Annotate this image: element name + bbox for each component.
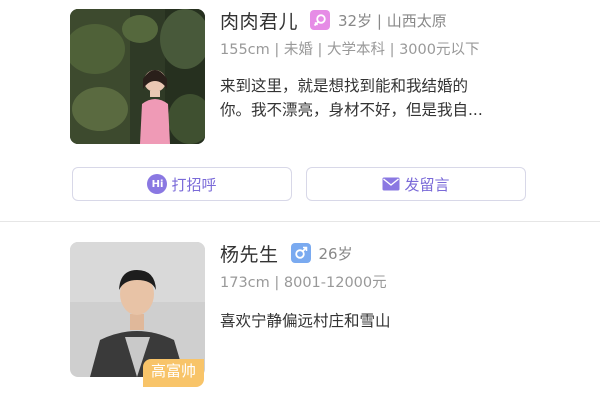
bio-line: 喜欢宁静偏远村庄和雪山	[220, 312, 391, 330]
female-icon	[310, 10, 331, 30]
bio-line: 你。我不漂亮，身材不好，但是我自...	[220, 101, 483, 119]
profile-info: 173cm | 8001-12000元	[220, 275, 387, 291]
profile-bio: 来到这里，就是想找到能和我结婚的 你。我不漂亮，身材不好，但是我自...	[220, 74, 520, 122]
message-label: 发留言	[404, 175, 450, 194]
profile-card[interactable]: 高富帅 杨先生 26岁 173cm | 8001-12000元 喜欢宁静偏远村庄…	[0, 223, 600, 400]
hi-icon: Hi	[147, 174, 168, 194]
avatar-photo	[70, 9, 205, 144]
profile-header: 肉肉君儿 32岁 | 山西太原	[220, 7, 447, 33]
profile-name: 杨先生	[220, 243, 279, 266]
profile-bio: 喜欢宁静偏远村庄和雪山	[220, 309, 520, 333]
divider	[0, 221, 600, 222]
avatar[interactable]	[70, 242, 205, 377]
avatar[interactable]	[70, 9, 205, 144]
profile-card[interactable]: 肉肉君儿 32岁 | 山西太原 155cm | 未婚 | 大学本科 | 3000…	[0, 0, 600, 222]
male-icon	[290, 243, 311, 263]
age-location: 32岁 | 山西太原	[338, 11, 447, 30]
greet-label: 打招呼	[171, 175, 217, 194]
profile-header: 杨先生 26岁	[220, 240, 353, 266]
greet-button[interactable]: Hi 打招呼	[72, 167, 292, 201]
age: 26岁	[318, 244, 353, 263]
bio-line: 来到这里，就是想找到能和我结婚的	[220, 77, 469, 95]
profile-info: 155cm | 未婚 | 大学本科 | 3000元以下	[220, 42, 480, 58]
profile-name: 肉肉君儿	[220, 10, 299, 33]
mail-icon	[382, 177, 400, 191]
avatar-photo	[70, 242, 205, 377]
message-button[interactable]: 发留言	[306, 167, 526, 201]
